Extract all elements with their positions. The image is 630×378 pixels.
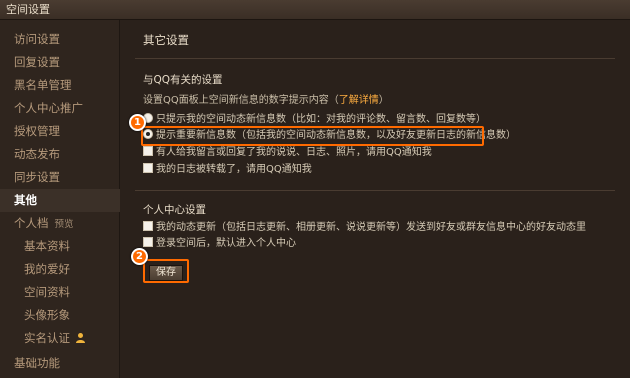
divider bbox=[135, 190, 615, 191]
option-send-feed-to-friends[interactable]: 我的动态更新（包括日志更新、相册更新、说说更新等）发送到好友或群友信息中心的好友… bbox=[143, 221, 586, 235]
checkbox[interactable] bbox=[143, 237, 153, 247]
sidebar-item-basic-info[interactable]: 基本资料 bbox=[0, 235, 120, 258]
window-title: 空间设置 bbox=[0, 0, 630, 20]
step-2-callout: 2 bbox=[131, 248, 148, 265]
sidebar-item-other[interactable]: 其他 bbox=[0, 189, 120, 212]
option-label: 只提示我的空间动态新信息数（比如：对我的评论数、留言数、回复数等） bbox=[156, 114, 486, 125]
sidebar-item-feed-publish[interactable]: 动态发布 bbox=[0, 143, 120, 166]
sidebar-item-label: 实名认证 bbox=[24, 331, 70, 345]
sidebar-item-personal-center-promo[interactable]: 个人中心推广 bbox=[0, 97, 120, 120]
sidebar-item-label: 黑名单管理 bbox=[14, 78, 72, 92]
sidebar: 访问设置 回复设置 黑名单管理 个人中心推广 授权管理 动态发布 同步设置 其他… bbox=[0, 20, 120, 378]
sidebar-item-label: 空间资料 bbox=[24, 285, 70, 299]
checkbox[interactable] bbox=[143, 146, 153, 156]
page-title: 其它设置 bbox=[143, 33, 189, 47]
option-notify-blog-reposted[interactable]: 我的日志被转载了，请用QQ通知我 bbox=[143, 163, 312, 177]
qq-section-desc: 设置QQ面板上空间新信息的数字提示内容（了解详情） bbox=[143, 95, 389, 106]
option-label: 有人给我留言或回复了我的说说、日志、照片，请用QQ通知我 bbox=[156, 147, 432, 158]
sidebar-item-sync-settings[interactable]: 同步设置 bbox=[0, 166, 120, 189]
sidebar-item-authorization[interactable]: 授权管理 bbox=[0, 120, 120, 143]
sidebar-item-realname-verify[interactable]: 实名认证 bbox=[0, 327, 120, 350]
sidebar-item-label: 动态发布 bbox=[14, 147, 60, 161]
sidebar-item-label: 我的爱好 bbox=[24, 262, 70, 276]
checkbox[interactable] bbox=[143, 163, 153, 173]
sidebar-item-label: 同步设置 bbox=[14, 170, 60, 184]
save-button[interactable]: 保存 bbox=[149, 265, 183, 281]
step-1-callout: 1 bbox=[129, 114, 146, 131]
sidebar-item-label: 访问设置 bbox=[14, 32, 60, 46]
sidebar-item-space-info[interactable]: 空间资料 bbox=[0, 281, 120, 304]
learn-more-link[interactable]: 了解详情 bbox=[339, 95, 379, 106]
checkbox[interactable] bbox=[143, 221, 153, 231]
sidebar-item-basic-functions[interactable]: 基础功能 bbox=[0, 352, 120, 375]
option-notify-own-feed[interactable]: 只提示我的空间动态新信息数（比如：对我的评论数、留言数、回复数等） bbox=[143, 113, 486, 127]
personal-section-title: 个人中心设置 bbox=[143, 204, 206, 216]
sidebar-item-label: 其他 bbox=[14, 193, 37, 207]
user-icon bbox=[75, 328, 86, 343]
sidebar-item-label: 个人中心推广 bbox=[14, 101, 83, 115]
option-label: 登录空间后，默认进入个人中心 bbox=[156, 238, 296, 249]
sidebar-item-profile[interactable]: 个人档 预览 bbox=[0, 212, 120, 235]
sidebar-item-blacklist[interactable]: 黑名单管理 bbox=[0, 74, 120, 97]
sidebar-item-label: 授权管理 bbox=[14, 124, 60, 138]
sidebar-item-label: 个人档 bbox=[14, 216, 49, 230]
sidebar-item-reply-settings[interactable]: 回复设置 bbox=[0, 51, 120, 74]
sidebar-item-label: 头像形象 bbox=[24, 308, 70, 322]
option-label: 我的动态更新（包括日志更新、相册更新、说说更新等）发送到好友或群友信息中心的好友… bbox=[156, 222, 586, 233]
option-label: 我的日志被转载了，请用QQ通知我 bbox=[156, 164, 312, 175]
main-panel: 其它设置 与QQ有关的设置 设置QQ面板上空间新信息的数字提示内容（了解详情） … bbox=[121, 20, 630, 378]
qq-section-title: 与QQ有关的设置 bbox=[143, 74, 223, 86]
sidebar-item-visit-settings[interactable]: 访问设置 bbox=[0, 28, 120, 51]
profile-preview-link[interactable]: 预览 bbox=[55, 219, 74, 230]
divider bbox=[135, 58, 615, 59]
option-default-personal-center[interactable]: 登录空间后，默认进入个人中心 bbox=[143, 237, 296, 251]
sidebar-item-label: 回复设置 bbox=[14, 55, 60, 69]
sidebar-item-label: 基础功能 bbox=[14, 356, 60, 370]
option-notify-comment-reply[interactable]: 有人给我留言或回复了我的说说、日志、照片，请用QQ通知我 bbox=[143, 146, 432, 160]
sidebar-item-label: 基本资料 bbox=[24, 239, 70, 253]
sidebar-item-hobbies[interactable]: 我的爱好 bbox=[0, 258, 120, 281]
sidebar-item-avatar[interactable]: 头像形象 bbox=[0, 304, 120, 327]
highlight-box-option bbox=[141, 126, 484, 146]
